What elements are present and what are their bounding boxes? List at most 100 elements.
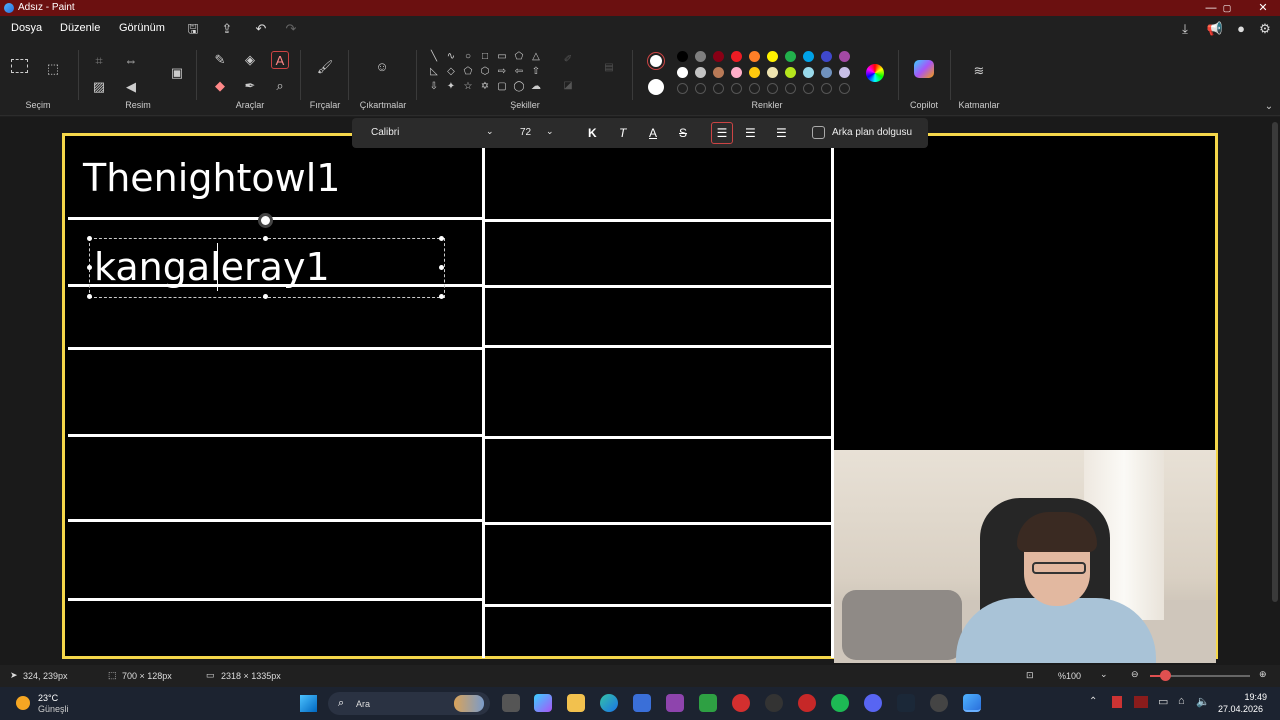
canvas-text-editing[interactable]: kangaleray1 <box>94 245 330 289</box>
shape-callout-icon[interactable]: ▢ <box>496 81 508 93</box>
zoom-in-icon[interactable]: ⊕ <box>1259 669 1267 680</box>
weather-sun-icon[interactable] <box>16 696 30 710</box>
custom-color-slot[interactable] <box>785 83 796 94</box>
strikethrough-button[interactable]: S <box>679 126 687 140</box>
align-center-icon[interactable]: ☰ <box>745 126 756 140</box>
edit-colors-icon[interactable] <box>866 64 884 82</box>
resize-handle[interactable] <box>87 294 92 299</box>
network-icon[interactable]: ⌂ <box>1178 695 1185 707</box>
tray-app-icon[interactable] <box>1112 696 1122 708</box>
text-tool-icon[interactable]: A <box>271 51 289 69</box>
spotify-icon[interactable] <box>831 694 849 712</box>
crop-icon[interactable]: ⌗ <box>90 52 108 70</box>
image-icon[interactable]: ▣ <box>168 64 186 82</box>
menu-file[interactable]: Dosya <box>11 22 42 34</box>
secondary-color-swatch[interactable] <box>648 79 664 95</box>
maximize-button[interactable]: ▢ <box>1212 0 1242 16</box>
resize-handle[interactable] <box>439 265 444 270</box>
fill-icon[interactable]: ◈ <box>241 51 259 69</box>
resize-handle[interactable] <box>87 236 92 241</box>
palette-color-swatch[interactable] <box>767 67 778 78</box>
palette-color-swatch[interactable] <box>767 51 778 62</box>
shape-oval-icon[interactable]: ○ <box>462 51 474 63</box>
file-explorer-icon[interactable] <box>567 694 585 712</box>
palette-color-swatch[interactable] <box>749 51 760 62</box>
menu-edit[interactable]: Düzenle <box>60 22 100 34</box>
obs-icon[interactable] <box>930 694 948 712</box>
resize-handle[interactable] <box>439 294 444 299</box>
settings-icon[interactable]: ⚙ <box>1256 20 1274 38</box>
shape-rect-icon[interactable]: □ <box>479 51 491 63</box>
remove-bg-icon[interactable]: ▨ <box>90 78 108 96</box>
selection-free-icon[interactable]: ⬚ <box>44 60 62 78</box>
close-button[interactable]: ✕ <box>1248 0 1278 16</box>
xbox-icon[interactable] <box>699 694 717 712</box>
display-icon[interactable]: ▭ <box>1158 695 1168 708</box>
app-icon-purple[interactable] <box>666 694 684 712</box>
fit-to-window-icon[interactable]: ⊡ <box>1026 670 1034 681</box>
shape-arrow-up-icon[interactable]: ⇧ <box>530 66 542 78</box>
custom-color-slot[interactable] <box>839 83 850 94</box>
shape-curve-icon[interactable]: ∿ <box>445 51 457 63</box>
background-fill-checkbox[interactable] <box>812 126 825 139</box>
download-icon[interactable]: ⤓ <box>1176 20 1194 38</box>
palette-color-swatch[interactable] <box>731 51 742 62</box>
redo-icon[interactable]: ↷ <box>282 20 300 38</box>
resize-handle[interactable] <box>87 265 92 270</box>
save-icon[interactable]: 🖫 <box>184 20 202 38</box>
palette-color-swatch[interactable] <box>695 67 706 78</box>
outline-icon[interactable]: ✐ <box>562 54 574 66</box>
account-icon[interactable]: ● <box>1232 20 1250 38</box>
zoom-slider-thumb[interactable] <box>1160 670 1171 681</box>
palette-color-swatch[interactable] <box>839 67 850 78</box>
resize-icon[interactable]: ⇔ <box>122 52 140 70</box>
selection-rect-icon[interactable] <box>11 59 28 73</box>
shape-arrow-down-icon[interactable]: ⇩ <box>428 81 440 93</box>
opera-icon[interactable] <box>798 694 816 712</box>
palette-color-swatch[interactable] <box>821 67 832 78</box>
share-icon[interactable]: ⇪ <box>218 20 236 38</box>
eraser-icon[interactable]: ◆ <box>211 77 229 95</box>
palette-color-swatch[interactable] <box>713 67 724 78</box>
palette-color-swatch[interactable] <box>839 51 850 62</box>
clock-date[interactable]: 27.04.2026 <box>1218 704 1263 714</box>
sticker-icon[interactable]: ☺ <box>373 58 391 76</box>
shape-star4-icon[interactable]: ✦ <box>445 81 457 93</box>
app-icon-red[interactable] <box>732 694 750 712</box>
palette-color-swatch[interactable] <box>677 51 688 62</box>
volume-icon[interactable]: 🔈 <box>1196 695 1210 708</box>
vertical-scrollbar[interactable] <box>1272 122 1278 602</box>
fill-shape-icon[interactable]: ◪ <box>562 80 574 92</box>
resize-handle[interactable] <box>439 236 444 241</box>
chevron-down-icon[interactable]: ⌄ <box>1100 669 1108 680</box>
layers-icon[interactable]: ≋ <box>970 62 988 80</box>
align-right-icon[interactable]: ☰ <box>776 126 787 140</box>
undo-icon[interactable]: ↶ <box>252 20 270 38</box>
rotate-icon[interactable]: ◀ <box>122 78 140 96</box>
text-edit-box[interactable]: kangaleray1 <box>87 213 445 299</box>
palette-color-swatch[interactable] <box>803 51 814 62</box>
search-box[interactable]: ⌕ Ara <box>328 692 490 715</box>
store-icon[interactable] <box>633 694 651 712</box>
custom-color-slot[interactable] <box>803 83 814 94</box>
app-icon-dark[interactable] <box>765 694 783 712</box>
task-view-icon[interactable] <box>502 694 520 712</box>
discord-icon[interactable] <box>864 694 882 712</box>
custom-color-slot[interactable] <box>695 83 706 94</box>
bold-button[interactable]: K <box>588 126 597 140</box>
color-picker-icon[interactable]: ✒ <box>241 77 259 95</box>
custom-color-slot[interactable] <box>713 83 724 94</box>
shape-line-icon[interactable]: ╲ <box>428 51 440 63</box>
edge-icon[interactable] <box>600 694 618 712</box>
paint-taskbar-icon[interactable] <box>963 694 981 712</box>
zoom-level[interactable]: %100 <box>1058 671 1081 681</box>
palette-color-swatch[interactable] <box>803 67 814 78</box>
palette-color-swatch[interactable] <box>677 67 688 78</box>
weather-desc[interactable]: Güneşli <box>38 704 69 714</box>
shape-righttriangle-icon[interactable]: ◺ <box>428 66 440 78</box>
zoom-out-icon[interactable]: ⊖ <box>1131 669 1139 680</box>
shape-polygon-icon[interactable]: ⬠ <box>513 51 525 63</box>
palette-color-swatch[interactable] <box>785 67 796 78</box>
shape-cloud-icon[interactable]: ☁ <box>530 81 542 93</box>
shape-arrow-left-icon[interactable]: ⇦ <box>513 66 525 78</box>
